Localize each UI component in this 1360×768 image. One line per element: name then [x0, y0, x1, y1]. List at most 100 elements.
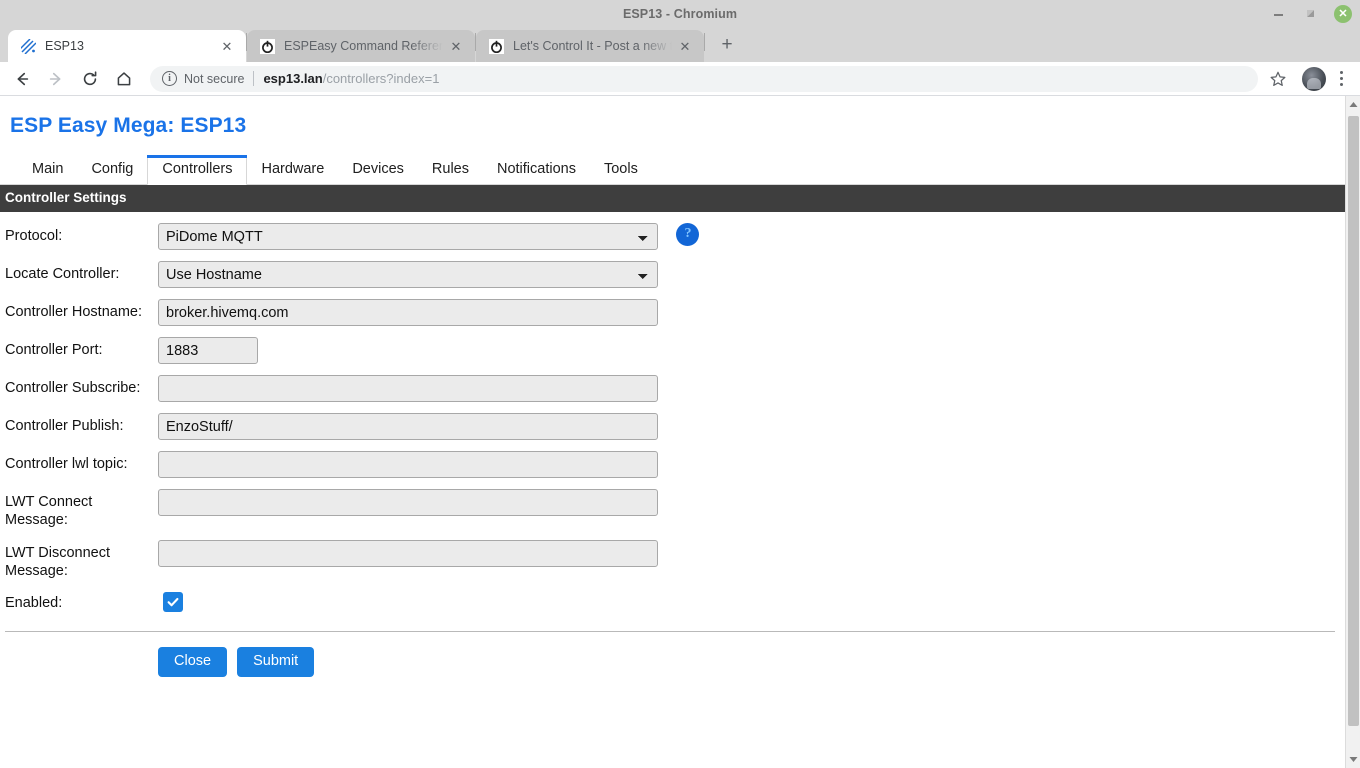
nav-tab-controllers[interactable]: Controllers — [147, 154, 248, 185]
omnibox-divider — [253, 71, 255, 86]
protocol-label: Protocol: — [5, 228, 63, 244]
nav-tab-devices[interactable]: Devices — [338, 156, 418, 185]
controller-port-input[interactable] — [158, 337, 258, 364]
browser-toolbar: i Not secure esp13.lan/controllers?index… — [0, 62, 1360, 96]
close-button[interactable]: Close — [158, 647, 228, 677]
esp-easy-page: ESP Easy Mega: ESP13 Main Config Control… — [0, 96, 1345, 768]
maximize-icon[interactable] — [1302, 5, 1320, 23]
enabled-label: Enabled: — [5, 595, 63, 611]
home-icon[interactable] — [110, 65, 138, 93]
close-icon[interactable]: ✕ — [447, 37, 465, 55]
controller-port-control — [158, 337, 1345, 364]
form-row-enabled: Enabled: — [0, 590, 1345, 612]
controller-port-label: Controller Port: — [5, 342, 103, 358]
nav-tab-hardware[interactable]: Hardware — [247, 156, 338, 185]
nav-tab-config[interactable]: Config — [77, 156, 147, 185]
nav-tab-rules[interactable]: Rules — [418, 156, 483, 185]
url-text: esp13.lan/controllers?index=1 — [263, 71, 439, 86]
form-row-protocol: Protocol: PiDome MQTT ? — [0, 222, 1345, 250]
lwt-connect-message-label: LWT Connect Message: — [5, 494, 93, 528]
controller-lwl-topic-label: Controller lwl topic: — [5, 456, 128, 472]
form-row-controller-publish: Controller Publish: — [0, 413, 1345, 440]
controller-lwl-topic-input[interactable] — [158, 451, 658, 478]
controller-publish-control — [158, 413, 1345, 440]
submit-button[interactable]: Submit — [237, 647, 315, 677]
controller-settings-form: Protocol: PiDome MQTT ? Locate Controlle… — [0, 222, 1345, 677]
tab-title: Let's Control It - Post a new topi — [513, 39, 672, 53]
controller-lwl-topic-control — [158, 451, 1345, 478]
help-icon[interactable]: ? — [676, 222, 700, 246]
form-row-lwt-connect-message: LWT Connect Message: — [0, 489, 1345, 529]
minimize-icon[interactable] — [1270, 5, 1288, 23]
section-header: Controller Settings — [0, 185, 1345, 212]
three-dot-menu-icon[interactable] — [1330, 66, 1352, 92]
lwt-disconnect-message-control — [158, 540, 1345, 567]
title-bar: ESP13 - Chromium ✕ — [0, 0, 1360, 28]
scrollbar-thumb[interactable] — [1348, 116, 1359, 726]
esp-easy-logo-icon — [20, 38, 36, 54]
lwt-disconnect-message-input[interactable] — [158, 540, 658, 567]
browser-window: ESP13 - Chromium ✕ ESP13 ✕ ESPEasy Comma… — [0, 0, 1360, 768]
controller-subscribe-label: Controller Subscribe: — [5, 380, 141, 396]
close-icon[interactable]: ✕ — [1334, 5, 1352, 23]
form-row-controller-lwl-topic: Controller lwl topic: — [0, 451, 1345, 478]
form-row-controller-port: Controller Port: — [0, 337, 1345, 364]
main-navigation: Main Config Controllers Hardware Devices… — [0, 152, 1345, 185]
controller-publish-input[interactable] — [158, 413, 658, 440]
star-icon[interactable] — [1264, 65, 1292, 93]
lwt-connect-message-input[interactable] — [158, 489, 658, 516]
locate-controller-control: Use Hostname — [158, 261, 1345, 288]
form-row-lwt-disconnect-message: LWT Disconnect Message: — [0, 540, 1345, 580]
scroll-down-icon[interactable] — [1346, 751, 1360, 768]
window-title: ESP13 - Chromium — [622, 7, 738, 21]
form-row-locate-controller: Locate Controller: Use Hostname — [0, 261, 1345, 288]
protocol-select[interactable]: PiDome MQTT — [158, 223, 658, 250]
close-icon[interactable]: ✕ — [218, 37, 236, 55]
locate-controller-select[interactable]: Use Hostname — [158, 261, 658, 288]
controller-publish-label: Controller Publish: — [5, 418, 124, 434]
tab-strip: ESP13 ✕ ESPEasy Command Reference - ✕ — [0, 28, 1360, 62]
close-icon[interactable]: ✕ — [676, 37, 694, 55]
power-button-icon — [488, 38, 504, 54]
controller-hostname-label: Controller Hostname: — [5, 304, 142, 320]
tab-title: ESPEasy Command Reference - — [284, 39, 443, 53]
power-button-icon — [259, 38, 275, 54]
browser-tab-esp13[interactable]: ESP13 ✕ — [8, 30, 246, 62]
lwt-disconnect-message-label: LWT Disconnect Message: — [5, 545, 111, 579]
form-row-controller-hostname: Controller Hostname: — [0, 299, 1345, 326]
form-divider — [5, 631, 1335, 632]
nav-tab-notifications[interactable]: Notifications — [483, 156, 590, 185]
url-path: /controllers?index=1 — [322, 71, 440, 86]
form-actions: Close Submit — [0, 647, 1345, 677]
enabled-control — [158, 590, 1345, 612]
profile-avatar[interactable] — [1302, 66, 1326, 91]
tab-title: ESP13 — [45, 39, 84, 53]
controller-hostname-control — [158, 299, 1345, 326]
controller-hostname-input[interactable] — [158, 299, 658, 326]
form-row-controller-subscribe: Controller Subscribe: — [0, 375, 1345, 402]
page-scrollbar[interactable] — [1345, 96, 1360, 768]
page-title: ESP Easy Mega: ESP13 — [10, 114, 247, 137]
url-host: esp13.lan — [263, 71, 323, 86]
protocol-control: PiDome MQTT ? — [158, 222, 1345, 250]
forward-arrow-icon[interactable] — [42, 65, 70, 93]
browser-tab-lets-control-it[interactable]: Let's Control It - Post a new topi ✕ — [476, 30, 704, 62]
browser-tab-espeasy-command-reference[interactable]: ESPEasy Command Reference - ✕ — [247, 30, 475, 62]
controller-subscribe-control — [158, 375, 1345, 402]
reload-icon[interactable] — [76, 65, 104, 93]
security-status-text: Not secure — [184, 71, 245, 86]
lwt-connect-message-control — [158, 489, 1345, 516]
enabled-checkbox[interactable] — [163, 592, 183, 612]
new-tab-button[interactable]: + — [713, 31, 741, 59]
tab-separator — [704, 33, 705, 51]
address-bar[interactable]: i Not secure esp13.lan/controllers?index… — [150, 65, 1258, 92]
info-icon[interactable]: i — [162, 71, 177, 86]
scroll-up-icon[interactable] — [1346, 96, 1360, 113]
nav-tab-main[interactable]: Main — [18, 156, 77, 185]
back-arrow-icon[interactable] — [8, 65, 36, 93]
page-viewport: ESP Easy Mega: ESP13 Main Config Control… — [0, 96, 1360, 768]
window-controls: ✕ — [1270, 0, 1352, 28]
locate-controller-label: Locate Controller: — [5, 266, 120, 282]
nav-tab-tools[interactable]: Tools — [590, 156, 652, 185]
controller-subscribe-input[interactable] — [158, 375, 658, 402]
